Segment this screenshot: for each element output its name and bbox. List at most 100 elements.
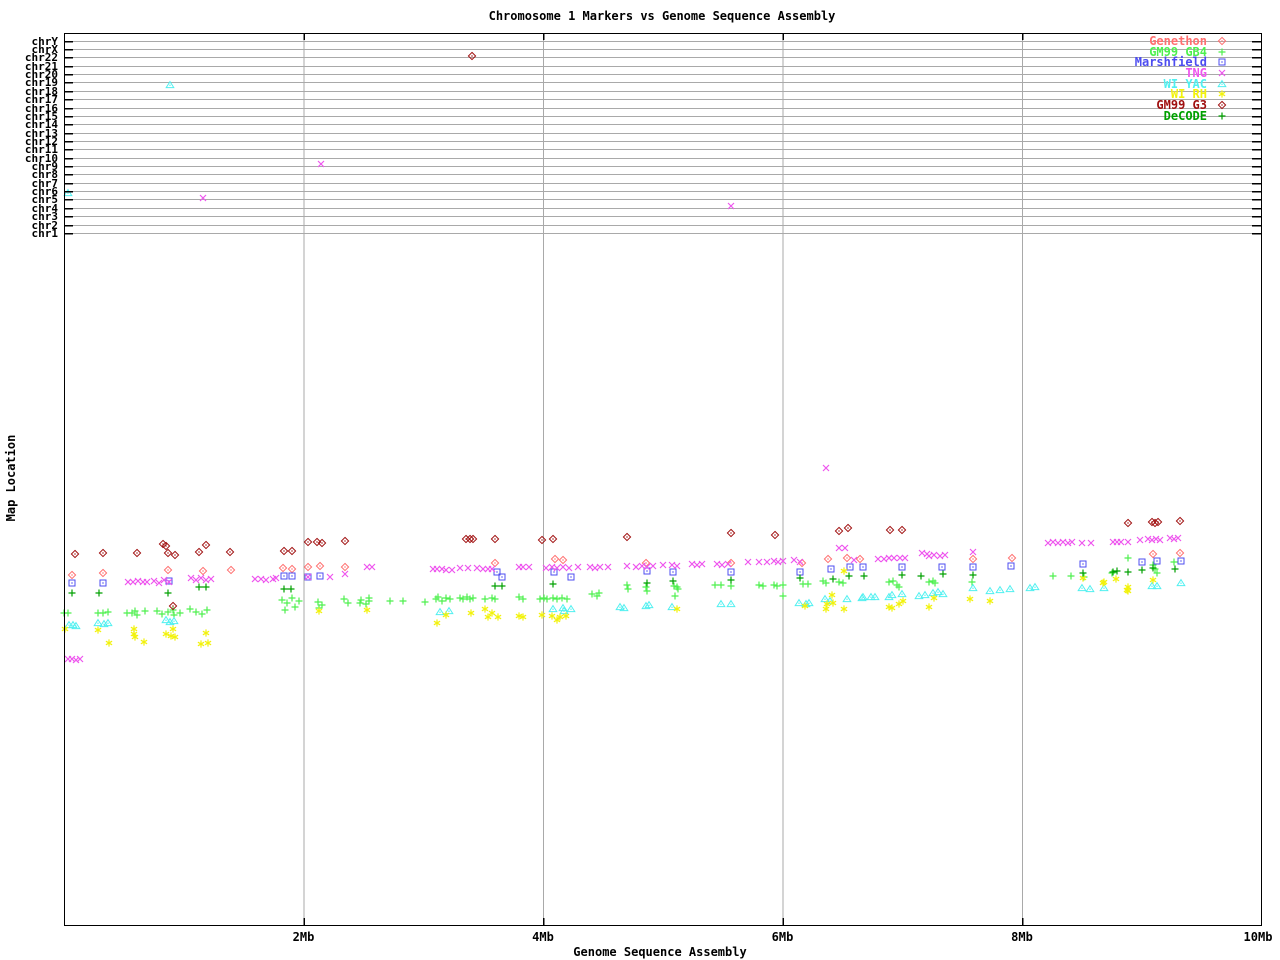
- data-point: [823, 554, 833, 564]
- data-point: [192, 576, 200, 584]
- data-point: [842, 553, 852, 563]
- data-point: [63, 189, 73, 197]
- data-point: [566, 604, 576, 613]
- data-point: [304, 573, 312, 581]
- data-point: [1030, 582, 1040, 591]
- series-gm99_g3: [70, 51, 1185, 611]
- data-point: [744, 558, 752, 566]
- data-point: [225, 547, 235, 557]
- data-point: [642, 586, 652, 596]
- data-point: [1174, 534, 1182, 542]
- data-point: [185, 604, 195, 614]
- data-point: [884, 577, 894, 587]
- data-point: [1153, 557, 1161, 565]
- data-point: [558, 555, 568, 565]
- data-point: [726, 528, 736, 538]
- data-point: [363, 605, 371, 615]
- data-point: [163, 548, 173, 558]
- data-point: [1007, 553, 1017, 563]
- data-point: [938, 569, 948, 579]
- data-point: [445, 594, 455, 604]
- data-point: [98, 548, 108, 558]
- data-point: [464, 564, 472, 572]
- data-point: [163, 565, 173, 575]
- data-point: [796, 568, 804, 576]
- data-point: [199, 194, 207, 202]
- data-point: [770, 530, 780, 540]
- data-point: [1066, 571, 1076, 581]
- data-point: [161, 615, 171, 624]
- data-point: [758, 581, 768, 591]
- data-point: [859, 571, 869, 581]
- data-point: [550, 554, 560, 564]
- data-point: [67, 588, 77, 598]
- data-point: [778, 580, 788, 590]
- data-point: [855, 554, 865, 564]
- data-point: [494, 612, 502, 622]
- data-point: [710, 580, 720, 590]
- data-point: [187, 574, 195, 582]
- data-point: [840, 566, 848, 576]
- data-point: [548, 579, 558, 589]
- data-point: [968, 570, 978, 580]
- data-point: [548, 534, 558, 544]
- data-point: [67, 570, 77, 580]
- x-tick-label: 8Mb: [1011, 930, 1033, 944]
- data-point: [969, 548, 977, 556]
- data-point: [859, 563, 867, 571]
- data-point: [622, 580, 632, 590]
- data-point: [897, 525, 907, 535]
- data-point: [132, 548, 142, 558]
- data-point: [294, 596, 304, 606]
- gridlines: [64, 33, 1261, 925]
- data-point: [941, 551, 949, 559]
- data-point: [795, 573, 805, 583]
- data-point: [827, 565, 835, 573]
- data-point: [398, 596, 408, 606]
- data-point: [968, 554, 978, 564]
- series-genethon: [67, 548, 1185, 580]
- data-point: [1078, 539, 1086, 547]
- data-point: [790, 556, 798, 564]
- legend-entry: DeCODE: [0, 110, 1280, 122]
- data-point: [667, 602, 677, 611]
- data-point: [716, 580, 726, 590]
- data-point: [897, 570, 907, 580]
- data-point: [986, 596, 994, 606]
- data-point: [490, 558, 500, 568]
- data-point: [567, 573, 575, 581]
- data-point: [197, 574, 205, 582]
- data-point: [552, 594, 562, 604]
- data-point: [143, 578, 151, 586]
- data-point: [673, 562, 681, 570]
- data-point: [843, 523, 853, 533]
- data-point: [1177, 557, 1185, 565]
- data-point: [497, 581, 507, 591]
- data-point: [341, 570, 349, 578]
- data-point: [368, 563, 376, 571]
- data-point: [698, 560, 706, 568]
- data-point: [846, 563, 854, 571]
- data-point: [930, 551, 938, 559]
- data-point: [844, 571, 854, 581]
- data-point: [537, 535, 547, 545]
- data-point: [834, 526, 844, 536]
- data-point: [1087, 539, 1095, 547]
- data-point: [140, 606, 150, 616]
- data-point: [535, 594, 545, 604]
- data-point: [326, 573, 334, 581]
- data-point: [718, 561, 726, 569]
- data-point: [175, 608, 185, 618]
- data-point: [194, 582, 204, 592]
- data-point: [467, 608, 475, 618]
- data-point: [938, 563, 946, 571]
- x-tick-label: 6Mb: [771, 930, 794, 944]
- data-point: [278, 563, 288, 573]
- data-point: [727, 568, 735, 576]
- data-point: [562, 594, 572, 604]
- data-point: [754, 580, 764, 590]
- data-point: [202, 628, 210, 638]
- data-point: [632, 563, 640, 571]
- data-point: [339, 594, 349, 604]
- data-point: [1149, 575, 1157, 585]
